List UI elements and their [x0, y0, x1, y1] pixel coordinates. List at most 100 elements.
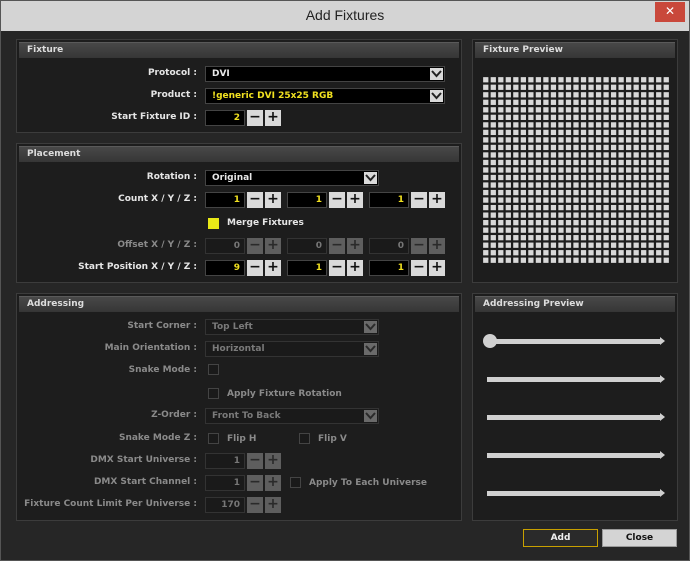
- fixture-cell: [565, 227, 572, 233]
- fixture-cell: [573, 144, 579, 151]
- apply-each-universe-checkbox[interactable]: [290, 477, 301, 488]
- offset-x-input[interactable]: 0: [205, 238, 245, 254]
- limit-plus-button[interactable]: +: [265, 497, 281, 513]
- fixture-cell: [595, 77, 602, 83]
- close-button[interactable]: Close: [602, 529, 677, 547]
- fixture-header: Fixture: [19, 42, 459, 58]
- z-order-select[interactable]: Front To Back: [205, 408, 379, 424]
- fixture-cell: [550, 167, 557, 173]
- count-z-minus-button[interactable]: −: [411, 192, 427, 208]
- fixture-cell: [498, 152, 504, 158]
- fixture-cell: [513, 212, 519, 218]
- fixture-cell: [483, 227, 489, 233]
- fixture-cell: [603, 159, 609, 166]
- dmx-start-universe-input[interactable]: 1: [205, 453, 245, 469]
- start-pos-z-plus-button[interactable]: +: [429, 260, 445, 276]
- offset-z-minus-button[interactable]: −: [411, 238, 427, 254]
- fixture-cell: [558, 114, 564, 120]
- offset-y-minus-button[interactable]: −: [329, 238, 345, 254]
- fixture-cell: [580, 174, 587, 181]
- count-y-plus-button[interactable]: +: [347, 192, 363, 208]
- dmx-channel-minus-button[interactable]: −: [247, 475, 263, 491]
- fixture-cell: [498, 159, 504, 166]
- fixture-cell: [573, 227, 579, 233]
- fixture-cell: [603, 174, 609, 181]
- count-x-minus-button[interactable]: −: [247, 192, 263, 208]
- start-pos-z-minus-button[interactable]: −: [411, 260, 427, 276]
- offset-y-input[interactable]: 0: [287, 238, 327, 254]
- snake-mode-label: Snake Mode :: [128, 365, 197, 375]
- start-pos-x-plus-button[interactable]: +: [265, 260, 281, 276]
- fixture-cell: [618, 250, 624, 256]
- product-select[interactable]: !generic DVI 25x25 RGB: [205, 88, 445, 104]
- snake-mode-checkbox[interactable]: [208, 364, 219, 375]
- fixture-count-limit-input[interactable]: 170: [205, 497, 245, 513]
- start-fixture-id-input[interactable]: 2: [205, 110, 245, 126]
- fixture-cell: [595, 92, 602, 98]
- dmx-universe-plus-button[interactable]: +: [265, 453, 281, 469]
- fixture-cell: [663, 220, 669, 226]
- fixture-cell: [648, 220, 654, 226]
- start-pos-x-minus-button[interactable]: −: [247, 260, 263, 276]
- fixture-cell: [565, 189, 572, 196]
- apply-fixture-rotation-checkbox[interactable]: [208, 388, 219, 399]
- dmx-universe-minus-button[interactable]: −: [247, 453, 263, 469]
- limit-minus-button[interactable]: −: [247, 497, 263, 513]
- fixture-cell: [565, 114, 572, 120]
- fixture-cell: [656, 242, 662, 248]
- offset-y-plus-button[interactable]: +: [347, 238, 363, 254]
- merge-fixtures-checkbox[interactable]: [208, 218, 219, 229]
- plus-button[interactable]: +: [265, 110, 281, 126]
- fixture-cell: [520, 99, 526, 105]
- offset-z-input[interactable]: 0: [369, 238, 409, 254]
- fixture-cell: [633, 242, 639, 248]
- protocol-select[interactable]: DVI: [205, 66, 445, 82]
- fixture-cell: [528, 122, 534, 128]
- dmx-start-channel-input[interactable]: 1: [205, 475, 245, 491]
- start-pos-z-input[interactable]: 1: [369, 260, 409, 276]
- fixture-cell: [528, 137, 534, 143]
- fixture-cell: [603, 212, 609, 218]
- fixture-cell: [558, 167, 564, 173]
- fixture-cell: [505, 77, 511, 83]
- add-button[interactable]: Add: [523, 529, 598, 547]
- fixture-cell: [505, 167, 511, 173]
- fixture-cell: [588, 242, 594, 248]
- start-pos-x-input[interactable]: 9: [205, 260, 245, 276]
- flip-h-checkbox[interactable]: [208, 433, 219, 444]
- offset-x-minus-button[interactable]: −: [247, 238, 263, 254]
- count-z-input[interactable]: 1: [369, 192, 409, 208]
- close-window-button[interactable]: ✕: [655, 2, 685, 22]
- fixture-cell: [528, 189, 534, 196]
- fixture-cell: [483, 174, 489, 181]
- count-z-plus-button[interactable]: +: [429, 192, 445, 208]
- fixture-cell: [535, 99, 542, 105]
- fixture-cell: [610, 99, 617, 105]
- rotation-select[interactable]: Original: [205, 170, 379, 186]
- fixture-cell: [618, 257, 624, 263]
- flip-v-checkbox[interactable]: [299, 433, 310, 444]
- arrow-right-icon: [660, 337, 665, 345]
- fixture-cell: [505, 227, 511, 233]
- start-pos-y-minus-button[interactable]: −: [329, 260, 345, 276]
- fixture-cell: [588, 204, 594, 211]
- start-pos-y-input[interactable]: 1: [287, 260, 327, 276]
- dmx-channel-plus-button[interactable]: +: [265, 475, 281, 491]
- count-y-minus-button[interactable]: −: [329, 192, 345, 208]
- offset-x-plus-button[interactable]: +: [265, 238, 281, 254]
- count-x-input[interactable]: 1: [205, 192, 245, 208]
- start-corner-select[interactable]: Top Left: [205, 319, 379, 335]
- start-pos-y-plus-button[interactable]: +: [347, 260, 363, 276]
- rotation-value: Original: [212, 173, 253, 183]
- fixture-cell: [565, 250, 572, 256]
- fixture-cell: [498, 212, 504, 218]
- offset-z-plus-button[interactable]: +: [429, 238, 445, 254]
- fixture-cell: [595, 242, 602, 248]
- minus-button[interactable]: −: [247, 110, 263, 126]
- count-y-input[interactable]: 1: [287, 192, 327, 208]
- fixture-cell: [656, 114, 662, 120]
- count-x-plus-button[interactable]: +: [265, 192, 281, 208]
- fixture-cell: [558, 107, 564, 113]
- fixture-cell: [580, 137, 587, 143]
- main-orientation-select[interactable]: Horizontal: [205, 341, 379, 357]
